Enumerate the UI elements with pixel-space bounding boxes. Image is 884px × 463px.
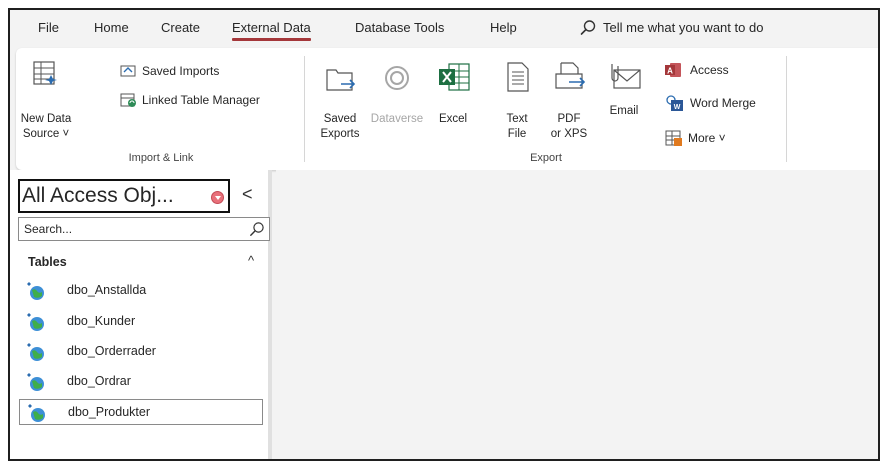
new-data-source-label-2: Source ˅	[22, 128, 70, 140]
linked-table-manager-icon	[120, 93, 136, 107]
table-name: dbo_Produkter	[68, 405, 151, 419]
chevron-up-icon[interactable]: ^	[248, 253, 254, 268]
more-label: More ˅	[688, 131, 726, 145]
email-icon	[611, 64, 641, 89]
tell-me-box[interactable]: Tell me what you want to do	[603, 20, 763, 36]
excel-button[interactable]: Excel	[430, 58, 476, 148]
tell-me-search-icon[interactable]	[579, 19, 597, 37]
pdf-label-2: or XPS	[550, 128, 588, 140]
word-merge-label: Word Merge	[690, 96, 756, 110]
collapse-pane-icon[interactable]: <	[242, 184, 253, 204]
nav-pane-header[interactable]: All Access Obj...	[18, 179, 230, 213]
word-merge-icon: W	[666, 95, 683, 111]
excel-icon	[439, 63, 470, 91]
email-button[interactable]: Email	[604, 58, 644, 148]
group-separator	[786, 56, 787, 162]
pdf-xps-button[interactable]: PDF or XPS	[546, 58, 592, 148]
svg-text:A: A	[667, 67, 673, 76]
tab-home[interactable]: Home	[94, 20, 129, 36]
text-file-button[interactable]: Text File	[502, 58, 532, 148]
linked-table-icon	[28, 404, 45, 422]
email-label: Email	[609, 105, 639, 117]
saved-exports-label-2: Exports	[320, 128, 360, 140]
nav-pane-title: All Access Obj...	[22, 184, 174, 207]
table-item-kunder[interactable]: dbo_Kunder	[19, 309, 263, 335]
saved-imports-icon	[120, 65, 136, 77]
pdf-label-1: PDF	[557, 113, 581, 125]
table-name: dbo_Kunder	[67, 314, 136, 328]
tab-external-data[interactable]: External Data	[232, 20, 311, 41]
chevron-down-icon[interactable]	[211, 191, 224, 204]
tab-create[interactable]: Create	[161, 20, 200, 36]
table-name: dbo_Orderrader	[67, 344, 156, 358]
import-link-group-label: Import & Link	[128, 152, 194, 164]
new-data-source-label-1: New Data	[20, 113, 72, 125]
nav-search-input[interactable]	[19, 218, 243, 240]
linked-table-icon	[27, 313, 44, 331]
table-name: dbo_Anstallda	[67, 283, 147, 297]
saved-exports-label-1: Saved	[323, 113, 357, 125]
text-file-icon	[507, 62, 529, 92]
tab-file[interactable]: File	[38, 20, 59, 36]
tab-database-tools[interactable]: Database Tools	[355, 20, 444, 36]
ribbon-tabs: File Home Create External Data Database …	[10, 10, 878, 46]
text-file-label-1: Text	[506, 113, 528, 125]
access-label: Access	[690, 63, 729, 77]
linked-table-icon	[27, 343, 44, 361]
saved-imports-label: Saved Imports	[142, 64, 220, 78]
table-name: dbo_Ordrar	[67, 374, 131, 388]
navigation-pane: All Access Obj... < Tables ^ dbo_Anstall…	[10, 170, 272, 459]
text-file-label-2: File	[507, 128, 527, 140]
table-item-orderrader[interactable]: dbo_Orderrader	[19, 339, 263, 365]
workspace-area	[276, 170, 878, 459]
access-icon: A	[665, 63, 681, 77]
table-item-anstallda[interactable]: dbo_Anstallda	[19, 278, 263, 304]
linked-table-icon	[27, 373, 44, 391]
table-item-ordrar[interactable]: dbo_Ordrar	[19, 369, 263, 395]
linked-table-icon	[27, 282, 44, 300]
nav-search-box	[18, 217, 270, 241]
access-window: File Home Create External Data Database …	[8, 8, 880, 461]
pdf-icon	[555, 62, 586, 89]
excel-label: Excel	[438, 113, 468, 125]
saved-exports-button[interactable]: Saved Exports	[316, 58, 364, 148]
search-icon[interactable]	[249, 221, 265, 237]
tab-help[interactable]: Help	[490, 20, 517, 36]
saved-exports-icon	[326, 69, 356, 91]
new-data-source-icon	[33, 61, 57, 85]
export-group-label: Export	[530, 152, 562, 164]
new-data-source-button[interactable]: New Data Source ˅	[18, 58, 74, 148]
group-separator	[304, 56, 305, 162]
table-item-produkter[interactable]: dbo_Produkter	[19, 399, 263, 425]
ribbon: New Data Source ˅ Saved Imports Linked T…	[16, 48, 878, 170]
tables-group-header[interactable]: Tables	[28, 255, 67, 269]
dataverse-button[interactable]: Dataverse	[368, 58, 426, 148]
dataverse-label: Dataverse	[370, 113, 424, 125]
dataverse-icon	[385, 66, 409, 90]
svg-text:W: W	[674, 104, 681, 111]
more-icon	[665, 130, 682, 146]
linked-table-manager-label: Linked Table Manager	[142, 93, 260, 107]
